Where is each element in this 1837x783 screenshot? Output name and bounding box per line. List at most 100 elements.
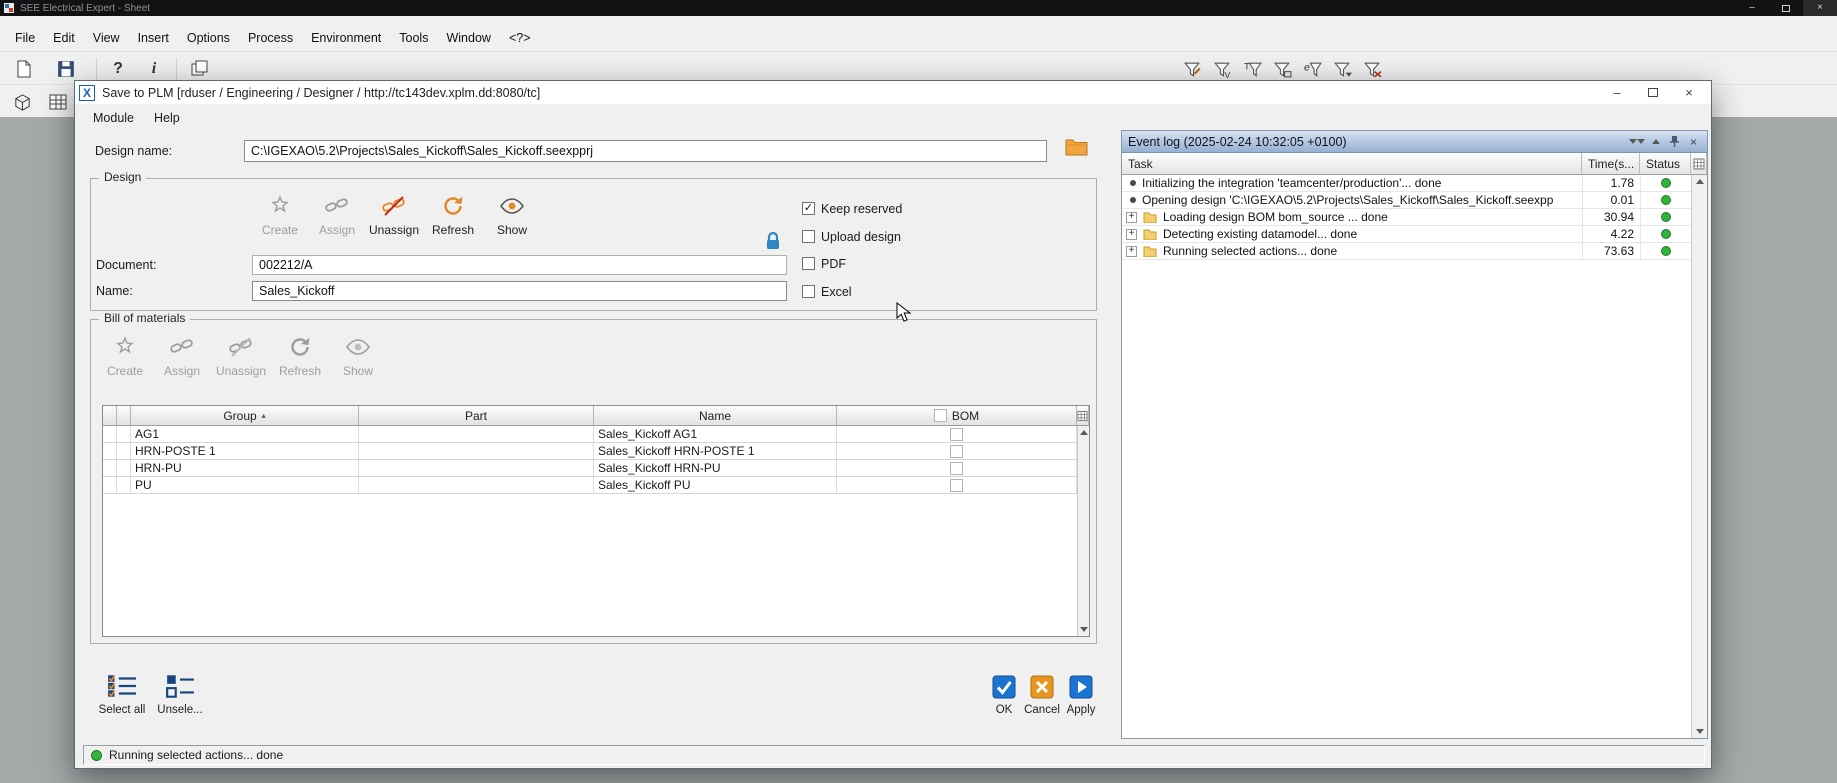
excel-checkbox[interactable]: Excel: [802, 284, 852, 299]
row-selector-cell[interactable]: [117, 443, 131, 460]
document-field[interactable]: 002212/A: [252, 255, 787, 275]
name-cell: Sales_Kickoff HRN-PU: [594, 460, 837, 477]
row-selector-cell[interactable]: [103, 477, 117, 494]
design-name-field[interactable]: C:\IGEXAO\5.2\Projects\Sales_Kickoff\Sal…: [244, 140, 1047, 162]
expand-icon[interactable]: +: [1126, 229, 1137, 240]
pdf-checkbox[interactable]: PDF: [802, 256, 846, 271]
row-selector-cell[interactable]: [103, 443, 117, 460]
filter-down-button[interactable]: [1328, 56, 1356, 82]
menu-environment[interactable]: Environment: [302, 27, 390, 49]
design-assign-button[interactable]: Assign: [308, 191, 366, 237]
row-selector-cell[interactable]: [117, 426, 131, 443]
design-refresh-button[interactable]: Refresh: [424, 191, 482, 237]
pin-icon[interactable]: [1667, 134, 1682, 149]
keep-reserved-checkbox[interactable]: ✓ Keep reserved: [802, 201, 902, 216]
table-row[interactable]: AG1 Sales_Kickoff AG1: [103, 426, 1089, 443]
scroll-down-button[interactable]: [1078, 623, 1089, 636]
bom-create-button[interactable]: Create: [96, 332, 154, 378]
column-header-name[interactable]: Name: [594, 406, 837, 426]
menu-view[interactable]: View: [84, 27, 129, 49]
panel-close-icon[interactable]: ×: [1686, 134, 1701, 149]
log-column-options-button[interactable]: [1691, 153, 1707, 175]
row-selector-cell[interactable]: [117, 460, 131, 477]
dialog-close-button[interactable]: ×: [1671, 82, 1707, 104]
table-row[interactable]: PU Sales_Kickoff PU: [103, 477, 1089, 494]
menu-help[interactable]: <?>: [500, 27, 540, 49]
scroll-up-button[interactable]: [1078, 426, 1089, 439]
menu-process[interactable]: Process: [239, 27, 302, 49]
apply-button[interactable]: Apply: [1062, 675, 1100, 716]
bom-row-checkbox[interactable]: [950, 445, 963, 458]
event-log-scrollbar[interactable]: [1691, 175, 1707, 738]
chevron-down-icon[interactable]: [1629, 134, 1644, 149]
menu-file[interactable]: File: [6, 27, 44, 49]
bom-row-checkbox[interactable]: [950, 479, 963, 492]
menu-tools[interactable]: Tools: [390, 27, 437, 49]
log-row[interactable]: + Loading design BOM bom_source ... done…: [1122, 209, 1691, 226]
minimize-button[interactable]: –: [1735, 0, 1769, 16]
bom-header-checkbox[interactable]: [934, 409, 947, 422]
table-row[interactable]: HRN-POSTE 1 Sales_Kickoff HRN-POSTE 1: [103, 443, 1089, 460]
bom-refresh-button[interactable]: Refresh: [271, 332, 329, 378]
expand-icon[interactable]: +: [1126, 246, 1137, 257]
bom-assign-button[interactable]: Assign: [153, 332, 211, 378]
grid-view-button[interactable]: [44, 89, 72, 115]
design-unassign-button[interactable]: Unassign: [365, 191, 423, 237]
filter-x-button[interactable]: [1358, 56, 1386, 82]
info-button[interactable]: i: [140, 56, 168, 82]
new-window-button[interactable]: [186, 56, 214, 82]
column-options-button[interactable]: [1077, 406, 1089, 426]
row-selector-cell[interactable]: [103, 460, 117, 477]
filter-edit-button[interactable]: [1178, 56, 1206, 82]
name-field[interactable]: Sales_Kickoff: [252, 281, 787, 301]
table-row[interactable]: HRN-PU Sales_Kickoff HRN-PU: [103, 460, 1089, 477]
row-selector-cell[interactable]: [103, 426, 117, 443]
bom-show-button[interactable]: Show: [329, 332, 387, 378]
scroll-up-button[interactable]: [1692, 175, 1707, 188]
unselect-all-button[interactable]: Unsele...: [151, 673, 209, 716]
menu-insert[interactable]: Insert: [129, 27, 178, 49]
column-header-status[interactable]: Status: [1640, 153, 1691, 175]
bom-row-checkbox[interactable]: [950, 428, 963, 441]
log-row[interactable]: Initializing the integration 'teamcenter…: [1122, 175, 1691, 192]
upload-design-checkbox[interactable]: Upload design: [802, 229, 901, 244]
bom-table-scrollbar[interactable]: [1077, 426, 1089, 636]
filter-v-button[interactable]: V: [1208, 56, 1236, 82]
menu-options[interactable]: Options: [178, 27, 239, 49]
cube-view-button[interactable]: [8, 89, 36, 115]
dialog-maximize-button[interactable]: [1635, 82, 1671, 104]
filter-t-button[interactable]: T: [1238, 56, 1266, 82]
dialog-minimize-button[interactable]: –: [1599, 82, 1635, 104]
maximize-button[interactable]: [1769, 0, 1803, 16]
menu-edit[interactable]: Edit: [44, 27, 84, 49]
column-header-task[interactable]: Task: [1122, 153, 1582, 175]
filter-e-button[interactable]: e: [1298, 56, 1326, 82]
dialog-menu-module[interactable]: Module: [83, 107, 144, 129]
help-button[interactable]: ?: [104, 56, 132, 82]
log-row[interactable]: Opening design 'C:\IGEXAO\5.2\Projects\S…: [1122, 192, 1691, 209]
log-row[interactable]: + Detecting existing datamodel... done 4…: [1122, 226, 1691, 243]
bom-row-checkbox[interactable]: [950, 462, 963, 475]
dialog-menu-help[interactable]: Help: [144, 107, 190, 129]
select-all-button[interactable]: Select all: [93, 673, 151, 716]
close-button[interactable]: ×: [1803, 0, 1837, 16]
column-header-time[interactable]: Time(s...: [1582, 153, 1640, 175]
log-row[interactable]: + Running selected actions... done 73.63: [1122, 243, 1691, 260]
save-button[interactable]: [52, 56, 80, 82]
design-create-button[interactable]: Create: [251, 191, 309, 237]
column-header-group[interactable]: Group▴: [131, 406, 359, 426]
column-header-part[interactable]: Part: [359, 406, 594, 426]
filter-block-button[interactable]: [1268, 56, 1296, 82]
open-sheet-button[interactable]: [10, 56, 38, 82]
design-show-button[interactable]: Show: [483, 191, 541, 237]
menu-window[interactable]: Window: [437, 27, 499, 49]
cancel-button[interactable]: Cancel: [1023, 675, 1061, 716]
ok-button[interactable]: OK: [985, 675, 1023, 716]
expand-icon[interactable]: +: [1126, 212, 1137, 223]
column-header-bom[interactable]: BOM: [837, 406, 1077, 426]
browse-design-button[interactable]: [1065, 138, 1088, 160]
chevron-up-icon[interactable]: [1648, 134, 1663, 149]
scroll-down-button[interactable]: [1692, 725, 1707, 738]
row-selector-cell[interactable]: [117, 477, 131, 494]
bom-unassign-button[interactable]: Unassign: [212, 332, 270, 378]
